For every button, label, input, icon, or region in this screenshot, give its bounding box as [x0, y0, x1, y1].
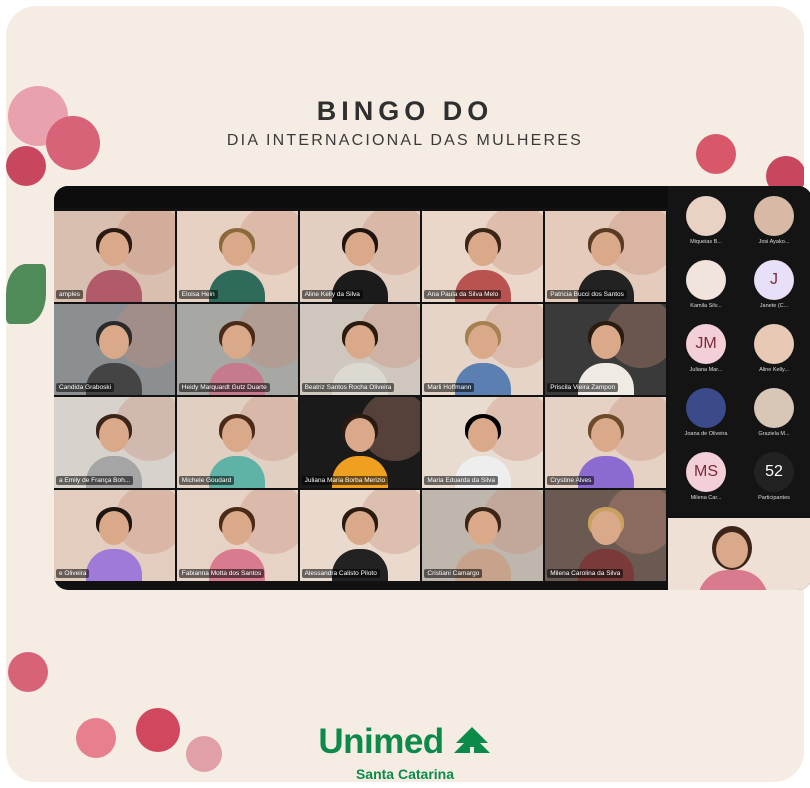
video-tile[interactable]: Ana Paula da Silva Melo [422, 211, 544, 302]
participant-name-label: Ana Paula da Silva Melo [424, 290, 502, 299]
participant-name-label: Beatriz Santos Rocha Oliveira [301, 383, 395, 392]
video-grid: amples Eloisa Hein Aline Kelly da Silva Ana… [54, 211, 666, 581]
participant-name-label: e Oliveira [56, 569, 90, 578]
participant-thumbnail-name: Janete (C... [759, 303, 789, 309]
participant-thumbnail[interactable]: Miqueias B... [676, 196, 736, 245]
participant-thumbnail-name: Kamila Silv... [690, 303, 722, 309]
avatar: 52 [754, 452, 794, 492]
video-tile[interactable]: Aline Kelly da Silva [299, 211, 421, 302]
participant-thumbnail[interactable]: Josi Ayako... [744, 196, 804, 245]
unimed-tree-icon [452, 724, 492, 764]
video-call-screenshot: amples Eloisa Hein Aline Kelly da Silva Ana… [54, 186, 810, 590]
participant-thumbnail[interactable]: J Janete (C... [744, 260, 804, 309]
participant-name-label: Priscila Vieira Zampon [547, 383, 619, 392]
participant-name-label: Milena Carolina da Silva [547, 569, 624, 578]
participant-name-label: Marli Hoffmann [424, 383, 475, 392]
video-tile[interactable]: Alessandra Calisto Piloto [299, 490, 421, 581]
participant-name-label: Cristiani Camargo [424, 569, 483, 578]
participant-video [86, 507, 143, 581]
participant-name-label: Eloisa Hein [178, 290, 218, 299]
participant-thumbnail-name: Graziela M... [758, 431, 790, 437]
video-tile[interactable]: Priscila Vieira Zampon [545, 304, 666, 395]
extra-video-tile [668, 518, 810, 590]
video-tile[interactable]: Juliana Maria Borba Merizio [299, 397, 421, 488]
leaf-decoration-left [6, 264, 46, 324]
avatar [754, 324, 794, 364]
participants-panel: Miqueias B... Josi Ayako... Kamila Silv...… [668, 186, 810, 516]
participant-video [86, 228, 143, 302]
page-subtitle: DIA INTERNACIONAL DAS MULHERES [226, 132, 584, 149]
video-tile[interactable]: Cristiani Camargo [422, 490, 544, 581]
participant-name-label: Candida Graboski [56, 383, 115, 392]
avatar: MS [686, 452, 726, 492]
avatar-initials: MS [694, 463, 718, 480]
video-tile[interactable]: Heidy Marquardt Gutz Duarte [176, 304, 298, 395]
video-tile[interactable]: Fabianna Motta dos Santos [176, 490, 298, 581]
participant-name-label: Alessandra Calisto Piloto [301, 569, 380, 578]
video-tile[interactable]: e Oliveira [54, 490, 175, 581]
participant-thumbnail-name: Participantes [758, 495, 790, 501]
participant-thumbnail[interactable]: 52 Participantes [744, 452, 804, 501]
video-tile[interactable]: Beatriz Santos Rocha Oliveira [299, 304, 421, 395]
participant-name-label: a Emily de França Boh... [56, 476, 134, 485]
avatar-initials: J [770, 271, 778, 288]
brand-logo: Unimed [0, 722, 810, 764]
participant-thumbnail-name: Milena Car... [690, 495, 722, 501]
flower-decoration-bottom-left [8, 652, 48, 692]
participant-thumbnail[interactable]: Aline Kelly... [744, 324, 804, 373]
participant-thumbnail[interactable]: MS Milena Car... [676, 452, 736, 501]
avatar [686, 388, 726, 428]
avatar [754, 388, 794, 428]
avatar [686, 196, 726, 236]
video-tile[interactable]: Marli Hoffmann [422, 304, 544, 395]
participant-thumbnail-name: Joana de Oliveira [684, 431, 728, 437]
participant-thumbnail[interactable]: Kamila Silv... [676, 260, 736, 309]
participant-thumbnail[interactable]: JM Juliana Mar... [676, 324, 736, 373]
participant-name-label: Fabianna Motta dos Santos [178, 569, 265, 578]
participant-thumbnail-name: Aline Kelly... [759, 367, 789, 373]
video-tile[interactable]: Candida Graboski [54, 304, 175, 395]
avatar [754, 196, 794, 236]
participant-name-label: Aline Kelly da Silva [301, 290, 363, 299]
participant-name-label: Michele Goudard [178, 476, 235, 485]
brand-region: Santa Catarina [355, 766, 455, 782]
participant-name-label: Crystine Alves [547, 476, 595, 485]
video-tile[interactable]: Crystine Alves [545, 397, 666, 488]
page-title: BINGO DO [316, 96, 494, 126]
brand-name: Unimed [318, 722, 444, 761]
participant-thumbnail-name: Miqueias B... [690, 239, 722, 245]
video-tile[interactable]: Milena Carolina da Silva [545, 490, 666, 581]
video-tile[interactable]: amples [54, 211, 175, 302]
video-tile[interactable]: Eloisa Hein [176, 211, 298, 302]
video-tile[interactable]: Maria Eduarda da Silva [422, 397, 544, 488]
participant-thumbnail[interactable]: Graziela M... [744, 388, 804, 437]
participant-name-label: Maria Eduarda da Silva [424, 476, 498, 485]
video-tile[interactable]: a Emily de França Boh... [54, 397, 175, 488]
avatar-initials: 52 [765, 463, 783, 480]
avatar: J [754, 260, 794, 300]
avatar-initials: JM [695, 335, 717, 352]
flower-decoration-top-left-3 [6, 146, 46, 186]
video-tile[interactable]: Michele Goudard [176, 397, 298, 488]
avatar: JM [686, 324, 726, 364]
participant-name-label: Patricia Bucci dos Santos [547, 290, 627, 299]
participant-thumbnail-name: Juliana Mar... [689, 367, 723, 373]
avatar [686, 260, 726, 300]
video-tile[interactable]: Patricia Bucci dos Santos [545, 211, 666, 302]
participant-thumbnail[interactable]: Joana de Oliveira [676, 388, 736, 437]
participant-thumbnail-name: Josi Ayako... [758, 239, 790, 245]
participant-name-label: Juliana Maria Borba Merizio [301, 476, 389, 485]
participant-name-label: amples [56, 290, 83, 299]
participant-name-label: Heidy Marquardt Gutz Duarte [178, 383, 270, 392]
